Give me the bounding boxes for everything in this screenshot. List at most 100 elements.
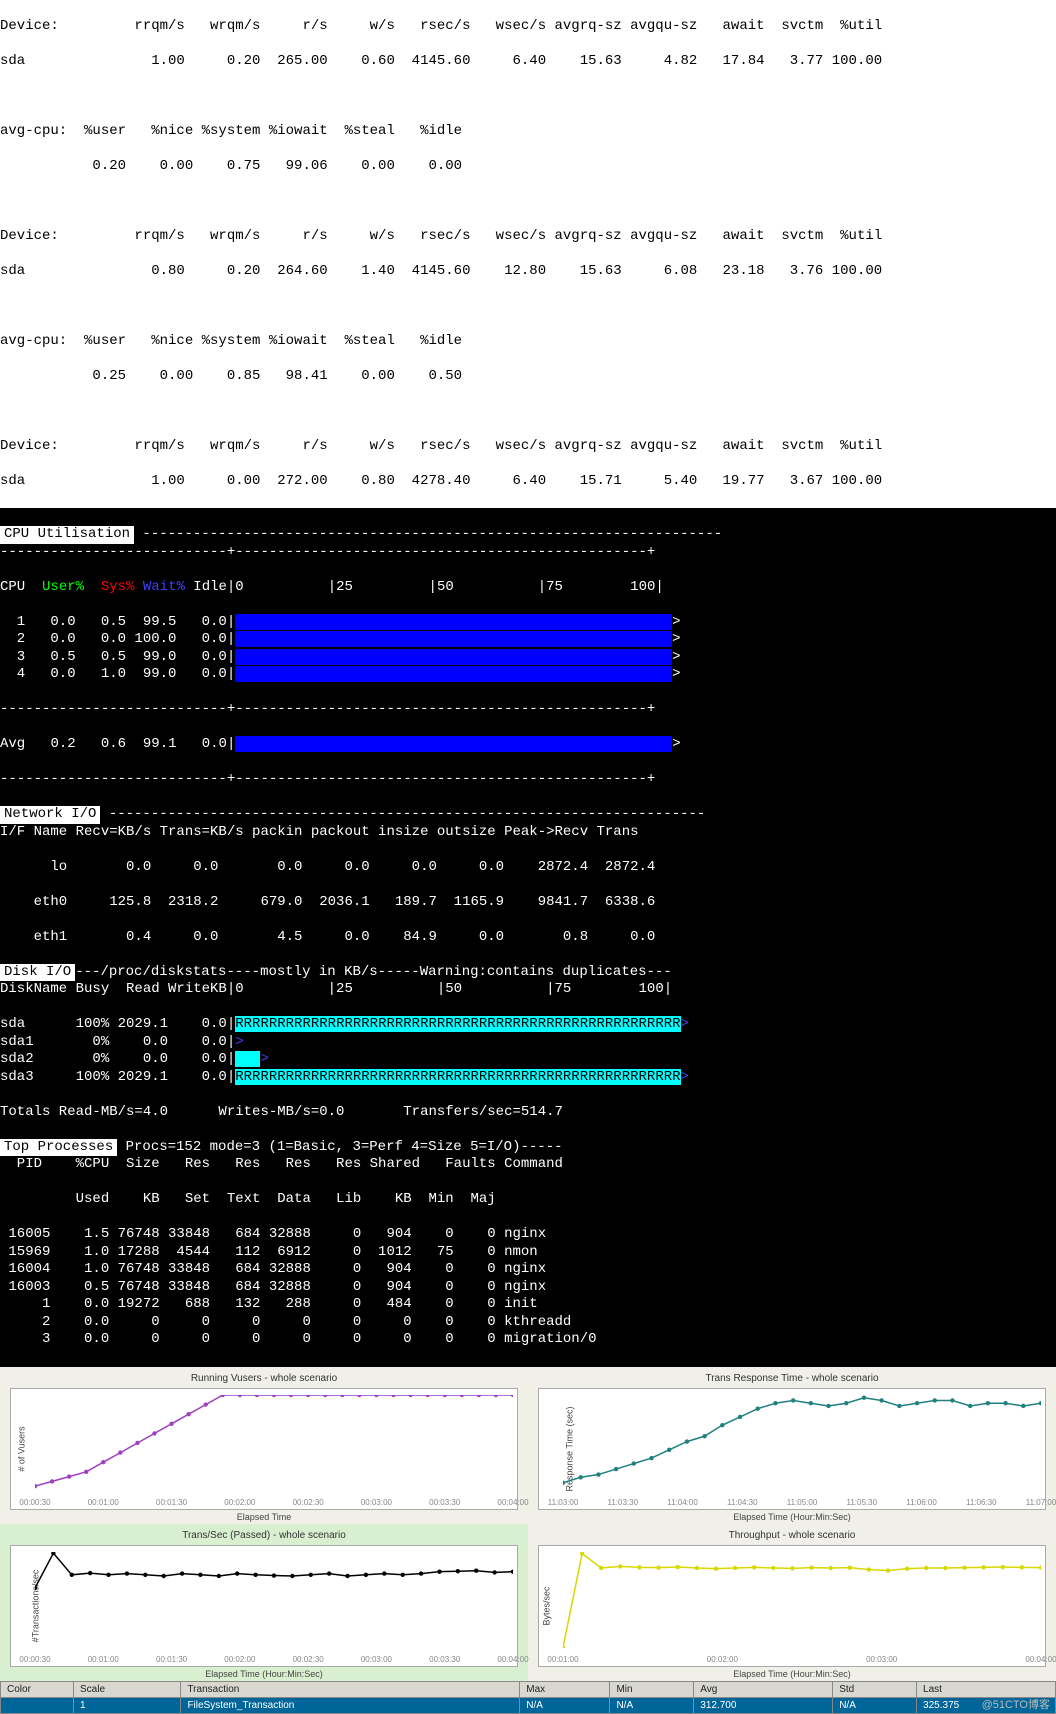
data-point bbox=[1001, 1565, 1005, 1569]
legend-header[interactable]: Avg bbox=[694, 1682, 833, 1698]
cpu-row: 2 0.0 0.0 100.0 0.0|WWWWWWWWWWWWWWWWWWWW… bbox=[0, 631, 1056, 649]
disk-read-bar bbox=[235, 1051, 260, 1067]
data-point bbox=[599, 1566, 603, 1570]
series-line bbox=[35, 1395, 513, 1486]
x-tick-label: 11:04:30 bbox=[727, 1498, 758, 1507]
chart-xlabel: Elapsed Time bbox=[10, 1512, 518, 1522]
data-point bbox=[632, 1461, 636, 1465]
data-point bbox=[962, 1565, 966, 1569]
x-tick-label: 00:04:00 bbox=[497, 1655, 528, 1664]
cpu-avg-idle: 0.0 bbox=[202, 736, 227, 752]
data-point bbox=[101, 1460, 105, 1464]
x-tick-label: 11:05:00 bbox=[787, 1498, 818, 1507]
x-tick-label: 00:02:30 bbox=[293, 1655, 324, 1664]
x-tick-label: 00:03:00 bbox=[361, 1655, 392, 1664]
data-point bbox=[327, 1571, 331, 1575]
data-point bbox=[425, 1395, 429, 1397]
data-point bbox=[492, 1570, 496, 1574]
legend-avg: 312.700 bbox=[694, 1698, 833, 1714]
data-point bbox=[756, 1407, 760, 1411]
data-point bbox=[345, 1574, 349, 1578]
cpu-scale: |0 |25 |50 |75 100| bbox=[227, 579, 664, 595]
legend-header[interactable]: Max bbox=[520, 1682, 610, 1698]
top-hdr1: PID %CPU Size Res Res Res Res Shared Fau… bbox=[0, 1156, 1056, 1174]
iostat-cpu-hdr: avg-cpu: %user %nice %system %iowait %st… bbox=[0, 123, 1056, 141]
data-point bbox=[511, 1569, 513, 1573]
data-point bbox=[649, 1456, 653, 1460]
data-point bbox=[986, 1401, 990, 1405]
x-tick-label: 00:03:30 bbox=[429, 1655, 460, 1664]
iostat-dev-row: sda 0.80 0.20 264.60 1.40 4145.60 12.80 … bbox=[0, 263, 1056, 281]
disk-row: sda3 100% 2029.1 0.0|RRRRRRRRRRRRRRRRRRR… bbox=[0, 1069, 1056, 1087]
iostat-dev-row: sda 1.00 0.20 265.00 0.60 4145.60 6.40 1… bbox=[0, 53, 1056, 71]
cpu-row: 3 0.5 0.5 99.0 0.0|WWWWWWWWWWWWWWWWWWWWW… bbox=[0, 649, 1056, 667]
data-point bbox=[364, 1573, 368, 1577]
legend-header[interactable]: Color bbox=[1, 1682, 74, 1698]
chart-plot bbox=[35, 1395, 513, 1491]
legend-header[interactable]: Min bbox=[610, 1682, 694, 1698]
chart-plot bbox=[563, 1395, 1041, 1491]
disk-row: sda1 0% 0.0 0.0|> bbox=[0, 1034, 1056, 1052]
data-point bbox=[773, 1401, 777, 1405]
x-tick-label: 00:01:30 bbox=[156, 1498, 187, 1507]
x-tick-label: 00:02:00 bbox=[224, 1655, 255, 1664]
data-point bbox=[135, 1441, 139, 1445]
x-tick-label: 11:04:00 bbox=[667, 1498, 698, 1507]
cpu-wait-bar: WWWWWWWWWWWWWWWWWWWWWWWWWWWWWWWWWWWWWWWW… bbox=[235, 666, 672, 682]
data-point bbox=[374, 1395, 378, 1397]
x-tick-label: 00:01:00 bbox=[88, 1655, 119, 1664]
top-hdr2: Used KB Set Text Data Lib KB Min Maj bbox=[0, 1191, 1056, 1209]
data-point bbox=[70, 1573, 74, 1577]
cpu-section-header: CPU Utilisation bbox=[0, 526, 134, 544]
data-point bbox=[867, 1567, 871, 1571]
data-point bbox=[408, 1395, 412, 1397]
data-point bbox=[915, 1401, 919, 1405]
chart-vusers: Running Vusers - whole scenario # of Vus… bbox=[0, 1367, 528, 1524]
data-point bbox=[771, 1566, 775, 1570]
disk-totals: Totals Read-MB/s=4.0 Writes-MB/s=0.0 Tra… bbox=[0, 1104, 1056, 1122]
iostat-cpu-row: 0.20 0.00 0.75 99.06 0.00 0.00 bbox=[0, 158, 1056, 176]
data-point bbox=[968, 1404, 972, 1408]
data-point bbox=[791, 1398, 795, 1402]
cpu-avg-sys: 0.6 bbox=[101, 736, 126, 752]
chart-response-time: Trans Response Time - whole scenario Res… bbox=[528, 1367, 1056, 1524]
data-point bbox=[272, 1573, 276, 1577]
iostat-dev-row: sda 1.00 0.00 272.00 0.80 4278.40 6.40 1… bbox=[0, 473, 1056, 491]
chart-title: Trans/Sec (Passed) - whole scenario bbox=[10, 1530, 518, 1541]
data-point bbox=[106, 1573, 110, 1577]
legend-header[interactable]: Std bbox=[833, 1682, 917, 1698]
data-point bbox=[217, 1574, 221, 1578]
data-point bbox=[1020, 1565, 1024, 1569]
data-point bbox=[391, 1395, 395, 1397]
data-point bbox=[161, 1574, 165, 1578]
chart-trans-sec[interactable]: Trans/Sec (Passed) - whole scenario #Tra… bbox=[0, 1524, 528, 1681]
data-point bbox=[733, 1566, 737, 1570]
legend-header[interactable]: Scale bbox=[74, 1682, 181, 1698]
legend-std: N/A bbox=[833, 1698, 917, 1714]
data-point bbox=[235, 1571, 239, 1575]
data-point bbox=[238, 1395, 242, 1397]
data-point bbox=[862, 1396, 866, 1400]
chart-plot bbox=[35, 1552, 513, 1648]
legend-row[interactable]: 1 FileSystem_Transaction N/A N/A 312.700… bbox=[1, 1698, 1056, 1714]
net-row: eth1 0.4 0.0 4.5 0.0 84.9 0.0 0.8 0.0 bbox=[0, 929, 1056, 947]
cpu-col-user: User% bbox=[42, 579, 84, 595]
x-tick-label: 00:00:30 bbox=[19, 1655, 50, 1664]
chart-xlabel: Elapsed Time (Hour:Min:Sec) bbox=[538, 1512, 1046, 1522]
data-point bbox=[950, 1398, 954, 1402]
data-point bbox=[50, 1479, 54, 1483]
x-tick-label: 00:01:00 bbox=[547, 1655, 578, 1664]
cpu-col-wait: Wait% bbox=[143, 579, 185, 595]
data-point bbox=[357, 1395, 361, 1397]
cpu-wait-bar: WWWWWWWWWWWWWWWWWWWWWWWWWWWWWWWWWWWWWWWW… bbox=[235, 614, 672, 630]
net-row: eth0 125.8 2318.2 679.0 2036.1 189.7 116… bbox=[0, 894, 1056, 912]
data-point bbox=[255, 1395, 259, 1397]
disk-section-header: Disk I/O bbox=[0, 964, 75, 982]
x-tick-label: 11:06:00 bbox=[906, 1498, 937, 1507]
chart-throughput: Throughput - whole scenario Bytes/sec00:… bbox=[528, 1524, 1056, 1681]
data-point bbox=[809, 1565, 813, 1569]
cpu-avg-user: 0.2 bbox=[50, 736, 75, 752]
chart-ylabel: Bytes/sec bbox=[542, 1586, 552, 1625]
legend-header[interactable]: Transaction bbox=[181, 1682, 520, 1698]
data-point bbox=[1039, 1401, 1041, 1405]
